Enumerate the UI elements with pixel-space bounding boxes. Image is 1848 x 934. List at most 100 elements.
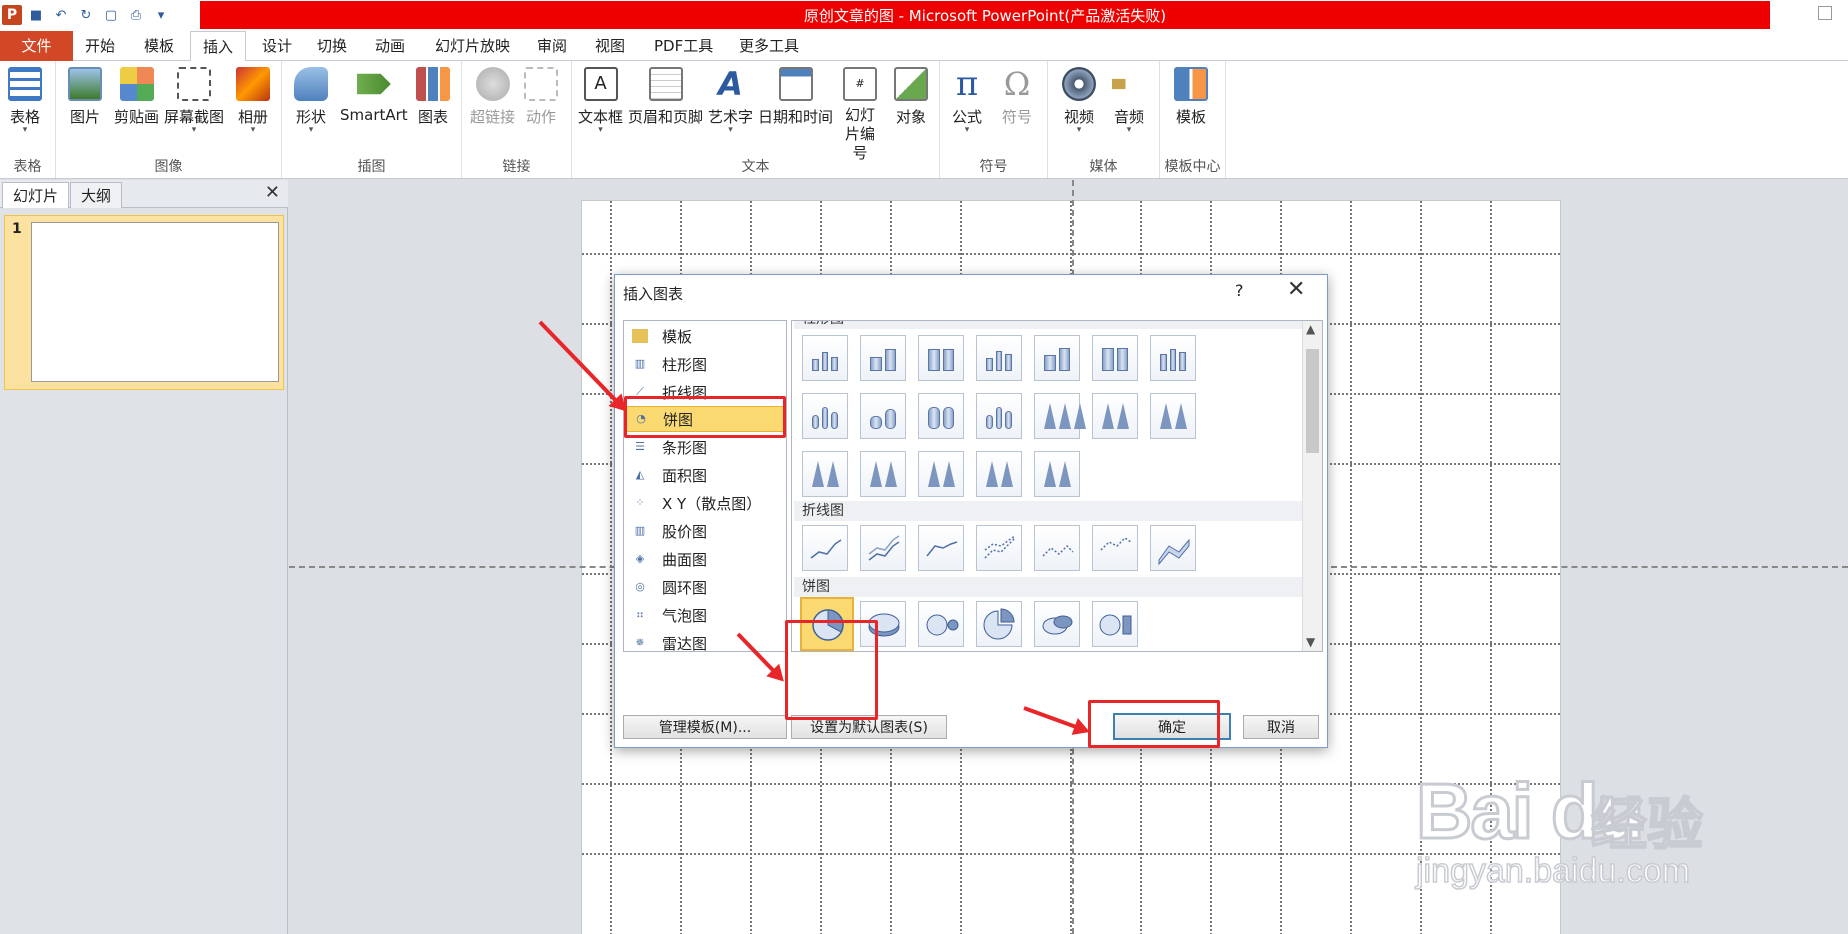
category-templates[interactable]: 模板 <box>624 323 786 349</box>
picture-button[interactable]: 图片 <box>68 67 102 127</box>
cylinder-chart-thumb[interactable] <box>802 393 848 439</box>
exploded-3d-pie-chart-thumb[interactable] <box>1034 601 1080 647</box>
category-radar[interactable]: ✵ 雷达图 <box>624 630 786 656</box>
tab-insert[interactable]: 插入 <box>190 31 247 62</box>
column-chart-thumb[interactable] <box>976 335 1022 381</box>
tab-pdf-tools[interactable]: PDF工具 <box>642 31 725 61</box>
line-chart-thumb[interactable] <box>860 525 906 571</box>
customize-icon[interactable]: ▾ <box>150 4 172 26</box>
category-doughnut[interactable]: ◎ 圆环图 <box>624 574 786 600</box>
hyperlink-button[interactable]: 超链接 <box>470 67 515 127</box>
help-icon[interactable]: ? <box>1235 281 1244 300</box>
tab-home[interactable]: 开始 <box>73 31 127 61</box>
cone-chart-thumb[interactable] <box>1092 393 1138 439</box>
line-chart-thumb[interactable] <box>976 525 1022 571</box>
action-button[interactable]: 动作 <box>524 67 558 127</box>
line-chart-thumb[interactable] <box>1092 525 1138 571</box>
tab-view[interactable]: 视图 <box>583 31 637 61</box>
video-button[interactable]: 视频 ▾ <box>1062 67 1096 135</box>
scroll-down-icon[interactable]: ▼ <box>1306 635 1315 649</box>
tab-animations[interactable]: 动画 <box>363 31 417 61</box>
annotation-box-pie-category <box>624 396 786 438</box>
clipart-button[interactable]: 剪贴画 <box>114 67 159 127</box>
textbox-icon: A <box>583 67 618 101</box>
table-button[interactable]: 表格 ▾ <box>8 67 42 135</box>
smartart-button[interactable]: SmartArt <box>340 67 408 124</box>
bar-of-pie-chart-thumb[interactable] <box>1092 601 1138 647</box>
manage-templates-button[interactable]: 管理模板(M)... <box>623 715 787 739</box>
close-icon[interactable]: ✕ <box>1287 277 1305 302</box>
cancel-button[interactable]: 取消 <box>1243 715 1319 739</box>
tab-file[interactable]: 文件 <box>0 31 73 61</box>
print-icon[interactable]: ⎙ <box>125 4 147 26</box>
cone-chart-thumb[interactable] <box>1034 393 1086 439</box>
save-icon[interactable]: ■ <box>25 4 47 26</box>
pie-of-pie-chart-thumb[interactable] <box>918 601 964 647</box>
column-chart-thumb[interactable] <box>918 335 964 381</box>
category-area[interactable]: ◭ 面积图 <box>624 462 786 488</box>
3d-line-chart-thumb[interactable] <box>1150 525 1196 571</box>
category-surface[interactable]: ◈ 曲面图 <box>624 546 786 572</box>
pi-icon: π <box>955 64 979 104</box>
line-chart-thumb[interactable] <box>802 525 848 571</box>
pyramid-chart-thumb[interactable] <box>976 451 1022 497</box>
ribbon-tabs: 文件 开始 模板 插入 设计 切换 动画 幻灯片放映 审阅 视图 PDF工具 更… <box>0 31 1848 62</box>
cylinder-chart-thumb[interactable] <box>976 393 1022 439</box>
close-pane-icon[interactable]: ✕ <box>265 182 280 203</box>
textbox-button[interactable]: A 文本框 ▾ <box>578 67 623 135</box>
cylinder-chart-thumb[interactable] <box>918 393 964 439</box>
line-chart-thumb[interactable] <box>918 525 964 571</box>
slide-thumbnail-selected[interactable]: 1 <box>4 215 284 390</box>
chart-button[interactable]: 图表 <box>416 67 450 127</box>
category-column[interactable]: ▥ 柱形图 <box>624 351 786 377</box>
powerpoint-logo-icon: P <box>2 5 22 25</box>
tab-transitions[interactable]: 切换 <box>305 31 359 61</box>
category-bubble[interactable]: ⠶ 气泡图 <box>624 602 786 628</box>
wordart-button[interactable]: A 艺术字 ▾ <box>708 67 753 135</box>
album-button[interactable]: 相册 ▾ <box>236 67 270 135</box>
template-button[interactable]: 模板 <box>1174 67 1208 127</box>
undo-icon[interactable]: ↶ <box>50 4 72 26</box>
audio-button[interactable]: 音频 ▾ <box>1112 67 1146 135</box>
column-chart-thumb[interactable] <box>1034 335 1080 381</box>
restore-window-icon[interactable] <box>1818 6 1832 20</box>
new-icon[interactable]: ▢ <box>100 4 122 26</box>
column-chart-thumb[interactable] <box>802 335 848 381</box>
column-chart-thumb[interactable] <box>860 335 906 381</box>
tab-more-tools[interactable]: 更多工具 <box>727 31 811 61</box>
cone-chart-thumb[interactable] <box>802 451 848 497</box>
column-chart-thumb[interactable] <box>1092 335 1138 381</box>
tab-slides[interactable]: 幻灯片 <box>2 182 70 208</box>
cone-chart-thumb[interactable] <box>860 451 906 497</box>
tab-review[interactable]: 审阅 <box>525 31 579 61</box>
group-links: 超链接 动作 链接 <box>462 61 572 178</box>
section-header-pie: 饼图 <box>794 577 1302 597</box>
gallery-scrollbar[interactable]: ▲ ▼ <box>1302 321 1322 651</box>
pyramid-chart-thumb[interactable] <box>1034 451 1080 497</box>
date-time-button[interactable]: 日期和时间 <box>758 67 833 127</box>
tab-templates[interactable]: 模板 <box>132 31 186 61</box>
scroll-up-icon[interactable]: ▲ <box>1306 322 1315 336</box>
tab-slideshow[interactable]: 幻灯片放映 <box>423 31 522 61</box>
equation-button[interactable]: π 公式 ▾ <box>950 67 984 135</box>
tab-outline[interactable]: 大纲 <box>70 182 123 208</box>
exploded-pie-chart-thumb[interactable] <box>976 601 1022 647</box>
slide-thumbnail[interactable] <box>31 222 279 382</box>
tab-design[interactable]: 设计 <box>250 31 304 61</box>
bubble-chart-icon: ⠶ <box>635 608 645 621</box>
shapes-button[interactable]: 形状 ▾ <box>294 67 328 135</box>
redo-icon[interactable]: ↻ <box>75 4 97 26</box>
category-stock[interactable]: ▥ 股价图 <box>624 518 786 544</box>
object-button[interactable]: 对象 <box>894 67 928 127</box>
header-footer-button[interactable]: 页眉和页脚 <box>628 67 703 127</box>
scroll-thumb[interactable] <box>1306 349 1319 453</box>
slide-number-button[interactable]: # 幻灯片编号 <box>840 67 880 163</box>
screenshot-button[interactable]: 屏幕截图 ▾ <box>164 67 224 135</box>
cylinder-chart-thumb[interactable] <box>860 393 906 439</box>
pyramid-chart-thumb[interactable] <box>918 451 964 497</box>
cone-chart-thumb[interactable] <box>1150 393 1196 439</box>
column-chart-thumb[interactable] <box>1150 335 1196 381</box>
line-chart-thumb[interactable] <box>1034 525 1080 571</box>
category-scatter[interactable]: ⁘ X Y（散点图） <box>624 490 786 516</box>
symbol-button[interactable]: Ω 符号 <box>1000 67 1034 127</box>
